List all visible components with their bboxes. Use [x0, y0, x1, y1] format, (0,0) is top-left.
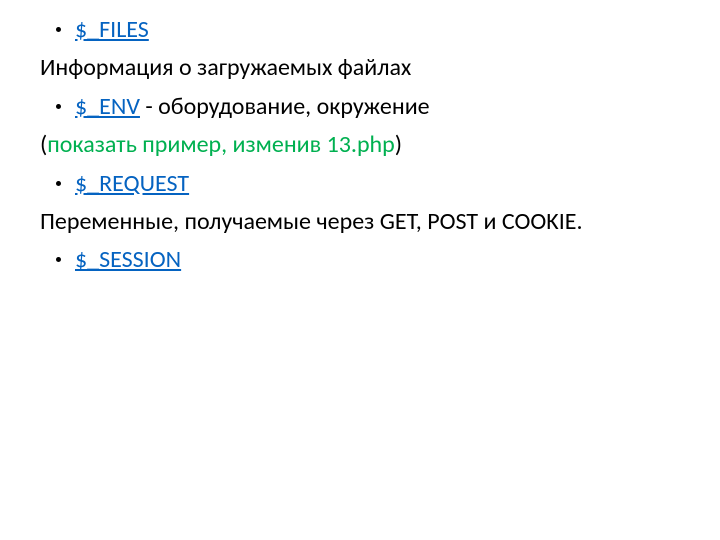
link-files[interactable]: $_FILES	[75, 14, 149, 46]
bullet-session: $_SESSION	[56, 244, 680, 276]
text-env-tail: - оборудование, окружение	[140, 92, 430, 121]
bullet-dot	[56, 104, 61, 109]
link-env[interactable]: $_ENV	[75, 92, 140, 121]
text-example: (показать пример, изменив 13.php)	[40, 129, 680, 161]
text-request-desc: Переменные, получаемые через GET, POST и…	[40, 206, 680, 238]
bullet-files: $_FILES	[56, 14, 680, 46]
bullet-dot	[56, 257, 61, 262]
bullet-dot	[56, 27, 61, 32]
paren-close: )	[395, 130, 402, 159]
bullet-env: $_ENV - оборудование, окружение	[56, 91, 680, 123]
text-example-green: показать пример, изменив 13.php	[47, 130, 395, 159]
bullet-request: $_REQUEST	[56, 168, 680, 200]
bullet-dot	[56, 181, 61, 186]
bullet-env-content: $_ENV - оборудование, окружение	[75, 91, 430, 123]
link-request[interactable]: $_REQUEST	[75, 168, 189, 200]
text-files-desc: Информация о загружаемых файлах	[40, 52, 680, 84]
link-session[interactable]: $_SESSION	[75, 244, 181, 276]
slide-body: $_FILES Информация о загружаемых файлах …	[0, 0, 720, 277]
